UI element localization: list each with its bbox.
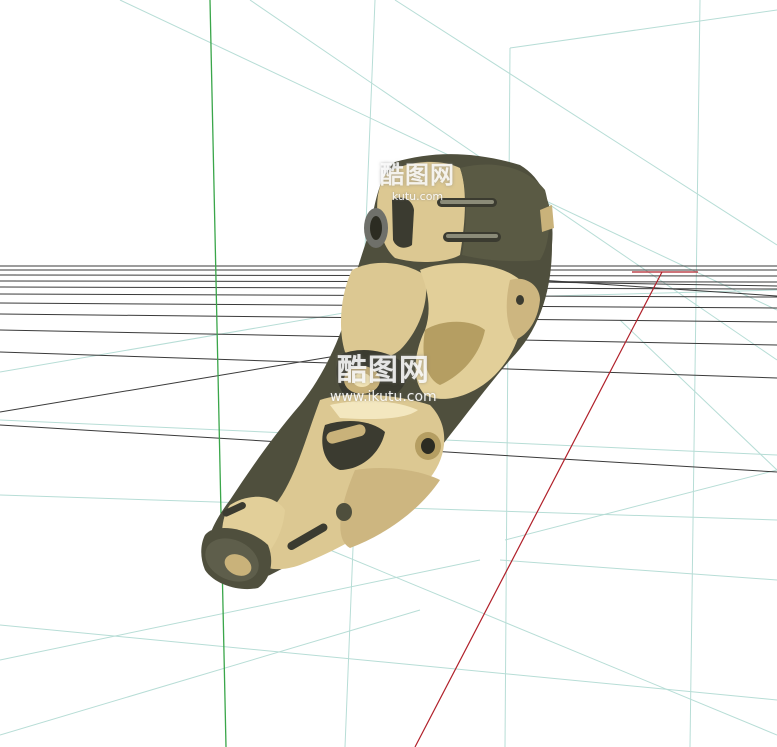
forearm-lower-rivet	[336, 503, 352, 521]
upper-arm-rivet	[516, 295, 524, 305]
shoulder-joint-hole	[370, 216, 382, 240]
forearm-lower-plate	[340, 468, 440, 548]
viewport-scene[interactable]	[0, 0, 777, 747]
arm-armor-model[interactable]	[198, 154, 554, 590]
shoulder-plate	[377, 161, 465, 262]
3d-viewport[interactable]: 酷图网 kutu.com 酷图网 www.ikutu.com	[0, 0, 777, 747]
shoulder-inner-ridge	[392, 197, 414, 248]
elbow-hub-highlight	[353, 373, 371, 387]
forearm-bolt-hole	[421, 438, 435, 454]
upper-arm-side-plate	[506, 278, 540, 340]
y-axis-line	[209, 0, 227, 747]
